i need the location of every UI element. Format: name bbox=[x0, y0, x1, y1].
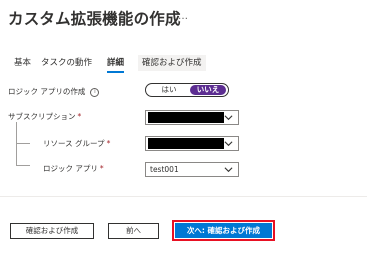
chevron-down-icon bbox=[224, 115, 233, 121]
page-title: カスタム拡張機能の作成 bbox=[8, 10, 181, 28]
logic-app-value: test001 bbox=[150, 165, 179, 174]
chevron-down-icon bbox=[224, 167, 233, 173]
next-review-create-button[interactable]: 次へ: 確認および作成 bbox=[175, 223, 272, 238]
previous-button[interactable]: 前へ bbox=[108, 223, 159, 239]
subscription-dropdown[interactable] bbox=[145, 110, 239, 125]
resource-group-label: リソース グループ * bbox=[43, 139, 111, 148]
logic-app-label: ロジック アプリ * bbox=[43, 164, 104, 173]
review-create-button[interactable]: 確認および作成 bbox=[10, 223, 94, 239]
required-mark: * bbox=[99, 164, 104, 173]
redacted-value bbox=[148, 138, 224, 149]
tab-task-behavior[interactable]: タスクの動作 bbox=[41, 55, 92, 71]
chevron-down-icon bbox=[224, 141, 233, 147]
tab-details[interactable]: 詳細 bbox=[107, 55, 125, 73]
logic-app-create-toggle[interactable]: はい いいえ bbox=[145, 83, 229, 97]
logic-app-dropdown[interactable]: test001 bbox=[145, 162, 239, 177]
info-icon[interactable]: i bbox=[90, 87, 100, 97]
tree-connector bbox=[16, 143, 30, 166]
resource-group-dropdown[interactable] bbox=[145, 136, 239, 151]
tab-basics[interactable]: 基本 bbox=[14, 55, 31, 71]
subscription-label: サブスクリプション * bbox=[8, 112, 82, 121]
tree-connector bbox=[16, 122, 30, 144]
toggle-option-yes[interactable]: はい bbox=[150, 85, 188, 95]
logic-app-create-label: ロジック アプリの作成 i bbox=[8, 86, 100, 97]
footer-divider bbox=[0, 196, 367, 197]
required-mark: * bbox=[106, 139, 111, 148]
tab-review-create[interactable]: 確認および作成 bbox=[138, 55, 206, 71]
toggle-option-no[interactable]: いいえ bbox=[190, 85, 226, 95]
more-options-icon[interactable]: … bbox=[178, 11, 189, 22]
next-button-highlight: 次へ: 確認および作成 bbox=[172, 220, 275, 241]
required-mark: * bbox=[77, 112, 82, 121]
redacted-value bbox=[148, 112, 224, 123]
